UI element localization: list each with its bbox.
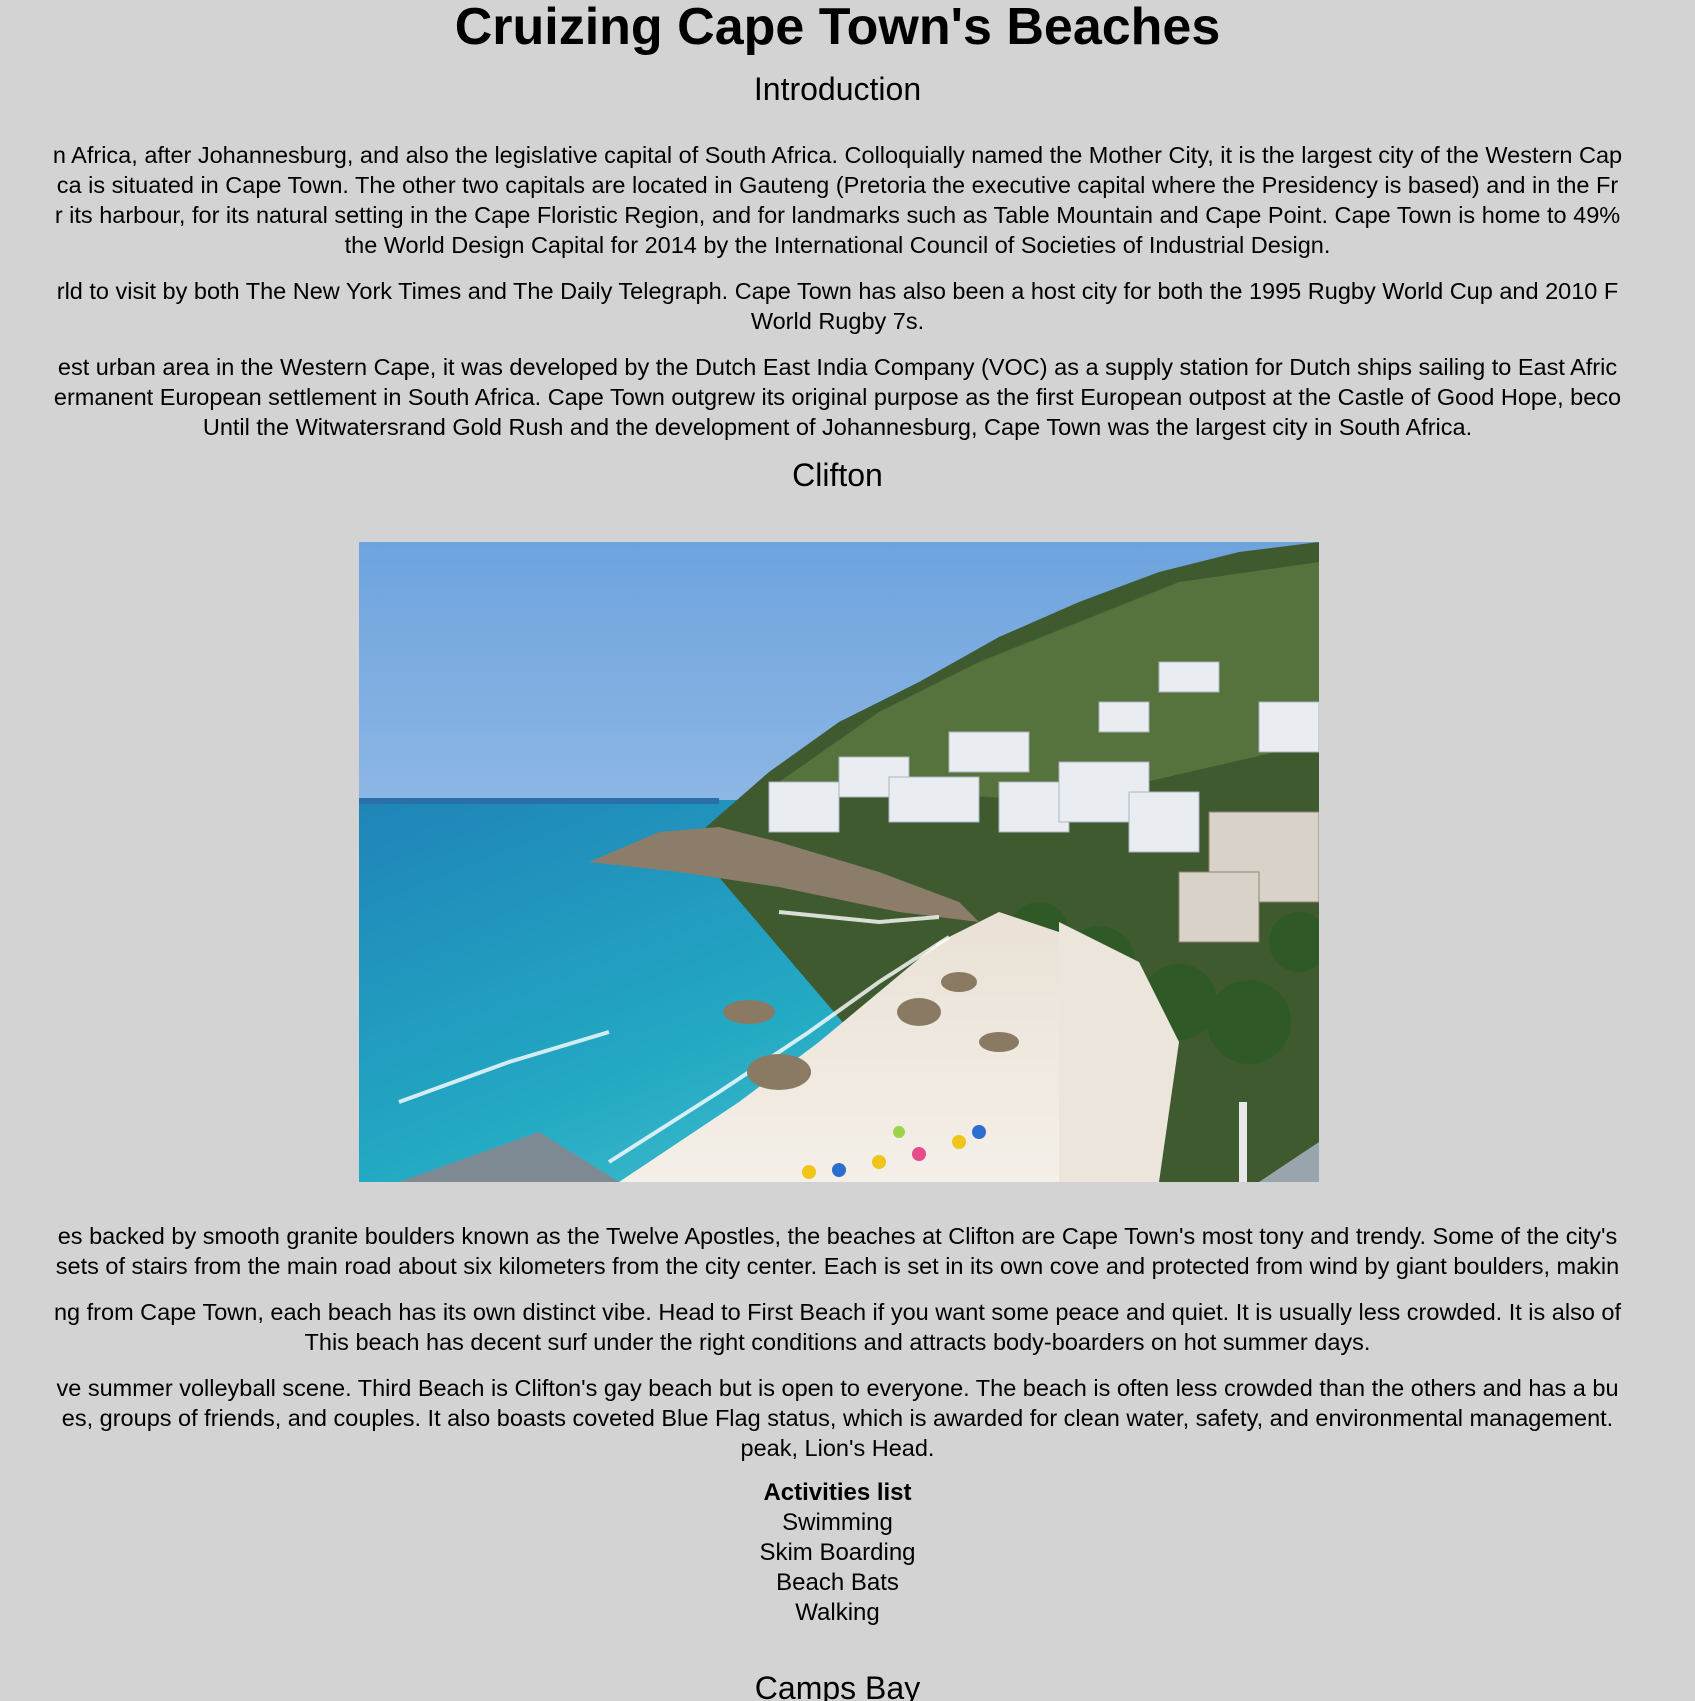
text-line: This beach has decent surf under the rig… xyxy=(304,1329,1371,1355)
clifton-heading: Clifton xyxy=(792,457,883,493)
intro-heading: Introduction xyxy=(753,71,922,107)
page: Cruizing Cape Town's Beaches Introductio… xyxy=(0,0,1695,1701)
page-title: Cruizing Cape Town's Beaches xyxy=(454,0,1221,56)
text-line: World Rugby 7s. xyxy=(750,308,925,334)
text-line: Until the Witwatersrand Gold Rush and th… xyxy=(202,414,1473,440)
camps-bay-heading: Camps Bay xyxy=(754,1670,921,1701)
clifton-paragraph-1: es backed by smooth granite boulders kno… xyxy=(0,1221,1675,1281)
text-line: the World Design Capital for 2014 by the… xyxy=(344,232,1331,258)
text-line: est urban area in the Western Cape, it w… xyxy=(57,354,1618,380)
text-line: ca is situated in Cape Town. The other t… xyxy=(56,172,1619,198)
activity-item: Swimming xyxy=(782,1509,893,1536)
text-line: peak, Lion's Head. xyxy=(740,1435,935,1461)
activity-item: Skim Boarding xyxy=(759,1539,916,1566)
intro-paragraph-1: n Africa, after Johannesburg, and also t… xyxy=(0,140,1675,260)
clifton-paragraph-3: ve summer volleyball scene. Third Beach … xyxy=(0,1373,1675,1463)
activities-list: Activities list Swimming Skim Boarding B… xyxy=(0,1478,1675,1628)
intro-paragraph-3: est urban area in the Western Cape, it w… xyxy=(0,352,1675,442)
text-line: ermanent European settlement in South Af… xyxy=(53,384,1622,410)
text-line: r its harbour, for its natural setting i… xyxy=(54,202,1621,228)
text-line: ng from Cape Town, each beach has its ow… xyxy=(53,1299,1622,1325)
text-line: es backed by smooth granite boulders kno… xyxy=(57,1223,1618,1249)
text-line: sets of stairs from the main road about … xyxy=(55,1253,1620,1279)
activity-item: Beach Bats xyxy=(776,1569,899,1596)
activity-item: Walking xyxy=(795,1599,880,1626)
clifton-paragraph-2: ng from Cape Town, each beach has its ow… xyxy=(0,1297,1675,1357)
clifton-beach-photo xyxy=(359,542,1319,1182)
text-line: es, groups of friends, and couples. It a… xyxy=(61,1405,1614,1431)
activities-title: Activities list xyxy=(763,1479,912,1506)
text-line: n Africa, after Johannesburg, and also t… xyxy=(52,142,1623,168)
text-line: ve summer volleyball scene. Third Beach … xyxy=(56,1375,1619,1401)
text-line: rld to visit by both The New York Times … xyxy=(56,278,1619,304)
intro-paragraph-2: rld to visit by both The New York Times … xyxy=(0,276,1675,336)
